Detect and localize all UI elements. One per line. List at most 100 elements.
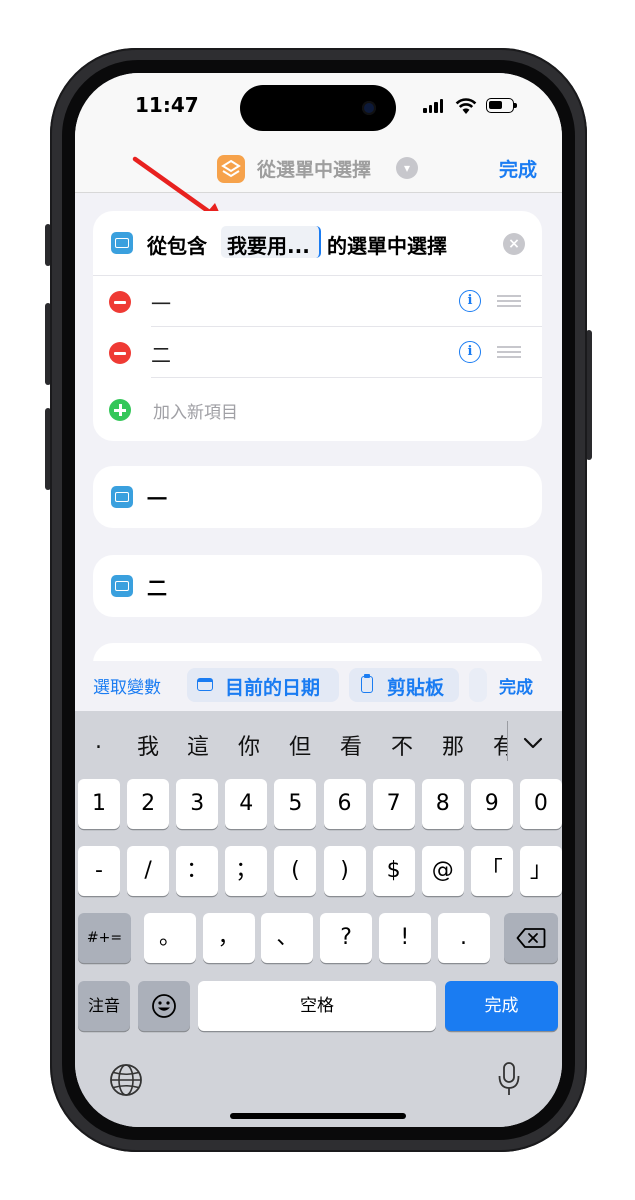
keyboard-key[interactable]: 1 — [78, 779, 120, 829]
menu-section-card[interactable]: 二 — [93, 555, 542, 617]
menu-item-label[interactable]: 二 — [151, 339, 171, 368]
info-icon[interactable]: i — [459, 290, 481, 312]
microphone-icon[interactable] — [497, 1061, 521, 1097]
keyboard-key-label: ； — [235, 858, 258, 883]
info-icon[interactable]: i — [459, 341, 481, 363]
candidate-word[interactable]: 但 — [289, 729, 311, 761]
delete-item-icon[interactable] — [109, 342, 131, 364]
current-date-label: 目前的日期 — [225, 677, 321, 699]
symbols-key-label: #+= — [86, 930, 123, 946]
variable-token[interactable]: 我要用... — [221, 226, 321, 258]
keyboard-key[interactable]: ? — [320, 913, 373, 963]
header-suffix: 的選單中選擇 — [327, 234, 447, 258]
dynamic-island — [240, 85, 396, 131]
keyboard-key[interactable]: 7 — [372, 779, 415, 829]
calendar-icon — [197, 678, 213, 691]
keyboard-key-label: 1 — [92, 791, 106, 816]
action-icon — [111, 486, 133, 508]
keyboard-key-label: 9 — [484, 791, 499, 816]
candidate-word[interactable]: 有 — [493, 729, 507, 761]
candidate-word[interactable]: . — [95, 729, 102, 754]
more-variables-chip[interactable] — [469, 668, 487, 702]
chevron-down-icon[interactable] — [523, 737, 543, 749]
keyboard-key[interactable]: $ — [372, 846, 415, 896]
clipboard-chip[interactable]: 剪貼板 — [349, 668, 459, 702]
keyboard-key[interactable]: 9 — [470, 779, 513, 829]
reorder-handle-icon[interactable] — [497, 295, 521, 307]
nav-title[interactable]: 從選單中選擇 — [257, 155, 371, 182]
keyboard-key[interactable]: ： — [176, 846, 219, 896]
keyboard-key[interactable]: ， — [202, 913, 255, 963]
keyboard-key[interactable]: ) — [323, 846, 366, 896]
keyboard-key[interactable]: 、 — [261, 913, 314, 963]
add-item-icon[interactable] — [109, 399, 131, 421]
keyboard-key[interactable]: @ — [421, 846, 464, 896]
emoji-key[interactable] — [138, 981, 190, 1031]
keyboard-key[interactable]: 2 — [127, 779, 170, 829]
keyboard-key[interactable]: - — [78, 846, 120, 896]
keyboard-key[interactable]: 0 — [519, 779, 562, 829]
space-key[interactable]: 空格 — [198, 981, 436, 1031]
add-item-label[interactable]: 加入新項目 — [153, 398, 238, 423]
clipboard-icon — [361, 676, 373, 693]
keyboard-key-label: 6 — [337, 791, 352, 816]
keyboard-key[interactable]: ( — [274, 846, 317, 896]
keyboard-key[interactable]: 6 — [323, 779, 366, 829]
add-item-row[interactable]: 加入新項目 — [93, 378, 542, 438]
keyboard-key-label: 。 — [158, 925, 181, 950]
keyboard-key-label: $ — [386, 858, 401, 883]
section-label: 二 — [147, 576, 167, 600]
keyboard-key-label: ， — [217, 925, 240, 950]
keyboard-key[interactable]: 3 — [176, 779, 219, 829]
keyboard-key-label: 0 — [533, 791, 548, 816]
battery-icon — [486, 98, 517, 113]
keyboard-key[interactable]: ! — [378, 913, 431, 963]
action-icon — [111, 575, 133, 597]
action-icon — [111, 232, 133, 254]
zhuyin-key[interactable]: 注音 — [78, 981, 130, 1031]
keyboard-key[interactable]: 8 — [421, 779, 464, 829]
list-item: 二 i — [93, 327, 542, 377]
select-variable-button[interactable]: 選取變數 — [93, 673, 161, 698]
keyboard-key[interactable]: 「 — [470, 846, 513, 896]
clear-icon[interactable]: × — [503, 233, 525, 255]
symbols-key[interactable]: #+= — [78, 913, 131, 963]
keyboard-key-label: ! — [400, 925, 410, 950]
return-key[interactable]: 完成 — [445, 981, 558, 1031]
current-date-chip[interactable]: 目前的日期 — [187, 668, 339, 702]
reorder-handle-icon[interactable] — [497, 346, 521, 358]
keyboard-key-label: 3 — [190, 791, 205, 816]
candidate-word[interactable]: 那 — [442, 729, 464, 761]
keyboard-key-label: ? — [340, 925, 352, 950]
keyboard-key-label: / — [144, 858, 152, 883]
globe-icon[interactable] — [109, 1063, 143, 1097]
keyboard-key[interactable]: 5 — [274, 779, 317, 829]
nav-done-button[interactable]: 完成 — [499, 155, 537, 182]
keyboard-key[interactable]: ； — [225, 846, 268, 896]
candidate-word[interactable]: 這 — [187, 729, 209, 761]
return-key-label: 完成 — [484, 996, 519, 1016]
candidate-word[interactable]: 我 — [137, 729, 159, 761]
delete-item-icon[interactable] — [109, 291, 131, 313]
keyboard-key[interactable]: / — [127, 846, 170, 896]
keyboard-key-label: ( — [291, 858, 300, 883]
backspace-icon — [516, 928, 546, 948]
keyboard-key-label: 7 — [386, 791, 401, 816]
keyboard-key-label: 「 — [480, 858, 503, 883]
clipboard-label: 剪貼板 — [387, 677, 445, 699]
candidate-clip: 有 — [493, 721, 507, 761]
menu-section-card[interactable]: 一 — [93, 466, 542, 528]
chevron-down-icon[interactable]: ▾ — [396, 157, 418, 179]
keyboard-key[interactable]: 。 — [144, 913, 196, 963]
menu-item-label[interactable]: 一 — [151, 288, 171, 317]
keyboard-key[interactable]: 4 — [225, 779, 268, 829]
keyboard-key[interactable]: 」 — [519, 846, 562, 896]
candidate-word[interactable]: 你 — [238, 729, 260, 761]
candidate-word[interactable]: 看 — [340, 729, 362, 761]
keyboard-key-label: ： — [186, 858, 209, 883]
delete-key[interactable] — [504, 913, 558, 963]
keyboard-key[interactable]: . — [437, 913, 490, 963]
candidate-word[interactable]: 不 — [391, 729, 413, 761]
emoji-icon — [152, 994, 176, 1018]
toolbar-done-button[interactable]: 完成 — [499, 673, 533, 698]
